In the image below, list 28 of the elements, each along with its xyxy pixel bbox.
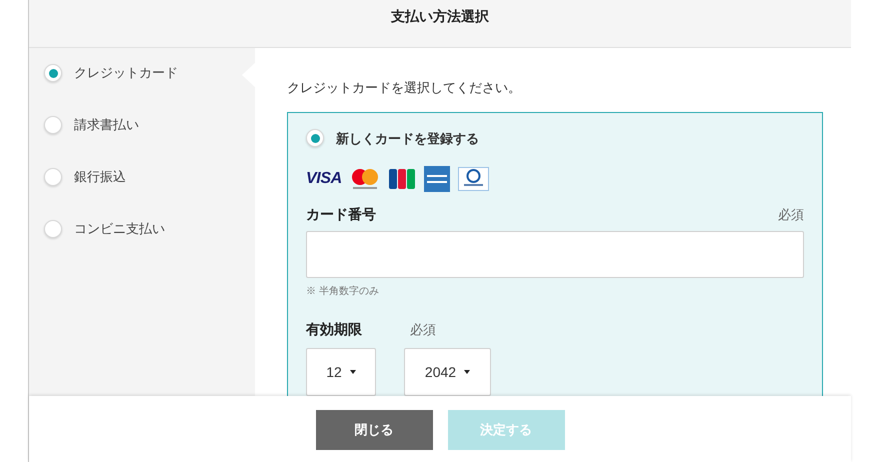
field-label: カード番号: [306, 205, 376, 224]
method-label[interactable]: 請求書払い: [74, 115, 139, 135]
card-number-field[interactable]: [306, 231, 804, 278]
method-label[interactable]: クレジットカード: [74, 63, 178, 83]
radio-button[interactable]: [44, 116, 62, 134]
instruction-text: クレジットカードを選択してください。: [287, 79, 522, 97]
caret-icon: [350, 370, 356, 374]
diners-logo: [458, 167, 489, 191]
radio-button[interactable]: [44, 64, 62, 82]
radio-button[interactable]: [44, 168, 62, 186]
mastercard-logo: [350, 168, 380, 190]
year-select[interactable]: 2042: [404, 348, 491, 396]
close-button[interactable]: 閉じる: [316, 410, 432, 450]
dialog-title: 支払い方法選択: [391, 7, 489, 26]
caret-icon: [464, 370, 470, 374]
method-label[interactable]: 銀行振込: [74, 167, 126, 187]
jcb-logo: [388, 168, 416, 190]
month-select[interactable]: 12: [306, 348, 376, 396]
option-label[interactable]: 新しくカードを登録する: [336, 128, 479, 148]
field-note: ※ 半角数字のみ: [306, 284, 380, 299]
radio-button[interactable]: [44, 220, 62, 238]
amex-logo: [424, 166, 450, 192]
visa-logo: VISA: [306, 171, 342, 187]
field-label: 有効期限: [306, 320, 362, 339]
required-label: 必須: [410, 320, 436, 339]
radio-button[interactable]: [306, 129, 324, 148]
method-label[interactable]: コンビニ支払い: [74, 219, 165, 239]
required-label: 必須: [778, 206, 804, 224]
